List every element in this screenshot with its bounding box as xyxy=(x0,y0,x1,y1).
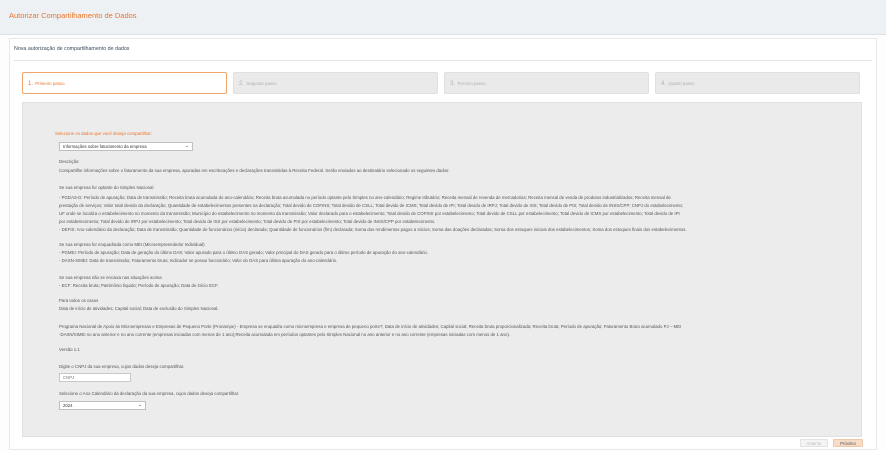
previous-button[interactable]: Anterior xyxy=(800,439,828,447)
step-2[interactable]: 2. Segundo passo xyxy=(233,72,438,94)
year-select[interactable]: 2024 ⌄ xyxy=(59,401,146,410)
description-text: Data de início de atividades; Capital so… xyxy=(59,306,219,311)
step-4[interactable]: 4. Quarto passo xyxy=(655,72,860,94)
description-text: - DASN-SIMEI: Data de transmissão; Fatur… xyxy=(59,258,338,263)
data-type-select[interactable]: Informações sobre faturamento da empresa… xyxy=(59,142,193,151)
form-panel xyxy=(22,102,862,437)
description-text: Se sua empresa for optante do Simples Na… xyxy=(59,185,154,190)
description-text: UF onde se localiza o estabelecimento no… xyxy=(59,211,680,216)
description-text: -DASN/SIMEI no ano anterior e no ano cor… xyxy=(59,332,511,337)
description-text: - ECF: Receita bruta; Patrimônio líquido… xyxy=(59,283,219,288)
year-label: Selecione o Ano Calendário da declaração… xyxy=(59,391,240,396)
cnpj-input[interactable] xyxy=(59,373,131,382)
select-data-label: Selecione os dados que você deseja compa… xyxy=(55,131,153,136)
description-text: por estabelecimento; Total devido de IRP… xyxy=(59,219,436,224)
description-text: prestação de serviços; Valor total devid… xyxy=(59,203,684,208)
chevron-down-icon: ⌄ xyxy=(137,402,142,408)
description-text: Se sua empresa for enquadrada como MEI (… xyxy=(59,242,205,247)
description-text: - DEFIS: Ano-calendário da declaração; D… xyxy=(59,227,687,232)
step-label: Primeiro passo xyxy=(35,81,65,86)
next-button[interactable]: Próximo xyxy=(833,439,863,447)
step-number: 3. xyxy=(450,81,456,87)
description-text: Para todos os casos xyxy=(59,298,99,303)
step-label: Quarto passo xyxy=(668,81,695,86)
top-header-bar: Autorizar Compartilhamento de Dados xyxy=(0,0,886,35)
cnpj-label: Digite o CNPJ da sua empresa, cujos dado… xyxy=(59,364,185,369)
step-label: Terceiro passo xyxy=(457,81,486,86)
description-text: - PGMEI: Período de apuração; Data de ge… xyxy=(59,250,429,255)
step-number: 2. xyxy=(239,81,245,87)
description-heading: Descrição: xyxy=(59,159,80,164)
card-divider xyxy=(14,60,872,61)
year-select-value: 2024 xyxy=(63,403,73,408)
data-type-select-value: Informações sobre faturamento da empresa xyxy=(63,144,147,149)
description-intro: Compartilhe informações sobre o faturame… xyxy=(59,168,450,173)
step-number: 4. xyxy=(661,81,667,87)
description-text: - PGDAS-D: Período de apuração; Data de … xyxy=(59,195,671,200)
description-text: Programa Nacional de Apoio às Microempre… xyxy=(59,324,682,329)
step-3[interactable]: 3. Terceiro passo xyxy=(444,72,649,94)
page-title: Autorizar Compartilhamento de Dados xyxy=(9,11,137,20)
step-number: 1. xyxy=(28,81,34,87)
card-title: Nova autorização de compartilhamento de … xyxy=(14,46,130,52)
step-label: Segundo passo xyxy=(246,81,277,86)
chevron-down-icon: ⌄ xyxy=(184,143,189,149)
description-text: Se sua empresa não se encaixa nas situaç… xyxy=(59,275,162,280)
step-1[interactable]: 1. Primeiro passo xyxy=(22,72,227,94)
version-text: Versão 1.1 xyxy=(59,347,80,352)
